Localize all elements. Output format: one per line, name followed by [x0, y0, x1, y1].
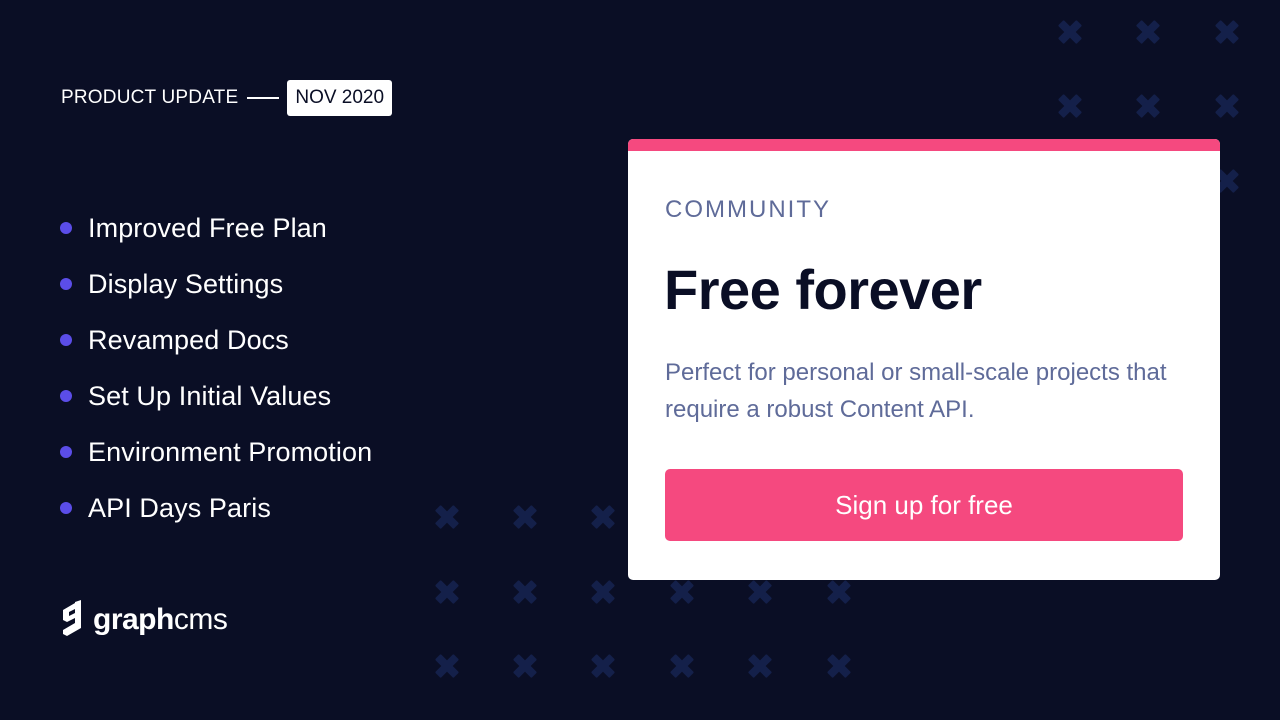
cross-icon — [1214, 19, 1240, 45]
cross-icon — [590, 653, 616, 679]
cross-icon — [434, 504, 460, 530]
date-badge: NOV 2020 — [287, 80, 393, 116]
cross-icon — [512, 653, 538, 679]
cross-icon — [1135, 93, 1161, 119]
bullet-icon — [60, 502, 72, 514]
plan-description: Perfect for personal or small-scale proj… — [665, 359, 1167, 423]
cross-icon — [434, 579, 460, 605]
bullet-icon — [60, 278, 72, 290]
sign-up-button[interactable]: Sign up for free — [665, 469, 1183, 541]
feature-item: Improved Free Plan — [60, 200, 372, 256]
graphcms-logo-icon — [63, 600, 81, 636]
feature-label: Set Up Initial Values — [88, 380, 332, 411]
cross-icon — [747, 579, 773, 605]
cross-icon — [826, 579, 852, 605]
cross-icon — [1214, 93, 1240, 119]
bullet-icon — [60, 390, 72, 402]
feature-label: API Days Paris — [88, 492, 271, 523]
feature-label: Improved Free Plan — [88, 212, 327, 243]
feature-item: Display Settings — [60, 256, 372, 312]
cross-icon — [590, 579, 616, 605]
feature-list: Improved Free Plan Display Settings Reva… — [60, 200, 372, 536]
pricing-card: COMMUNITY Free forever Perfect for perso… — [628, 139, 1220, 580]
feature-label: Revamped Docs — [88, 324, 289, 355]
logo-wordmark: graphcms — [93, 603, 228, 637]
feature-item: API Days Paris — [60, 480, 372, 536]
feature-item: Revamped Docs — [60, 312, 372, 368]
plan-title: Free forever — [664, 258, 982, 321]
logo-wordmark-light: cms — [173, 603, 228, 636]
cross-icon — [512, 504, 538, 530]
bullet-icon — [60, 334, 72, 346]
feature-label: Display Settings — [88, 268, 284, 299]
header-divider — [247, 97, 280, 99]
bullet-icon — [60, 222, 72, 234]
plan-tier: COMMUNITY — [665, 196, 831, 223]
cross-icon — [590, 504, 616, 530]
cross-icon — [512, 579, 538, 605]
cross-icon — [826, 653, 852, 679]
cross-icon — [669, 579, 695, 605]
feature-label: Environment Promotion — [88, 436, 373, 467]
header-label: PRODUCT UPDATE — [61, 87, 239, 108]
product-update-header: PRODUCT UPDATE NOV 2020 — [61, 80, 393, 116]
cross-icon — [1057, 19, 1083, 45]
card-accent-bar — [628, 139, 1220, 151]
cross-icon — [747, 653, 773, 679]
cross-icon — [434, 653, 460, 679]
cross-icon — [669, 653, 695, 679]
cross-icon — [1135, 19, 1161, 45]
bullet-icon — [60, 446, 72, 458]
feature-item: Environment Promotion — [60, 424, 372, 480]
feature-item: Set Up Initial Values — [60, 368, 372, 424]
logo-wordmark-bold: graph — [93, 603, 174, 636]
graphcms-logo: graphcms — [61, 600, 228, 640]
cross-icon — [1057, 93, 1083, 119]
